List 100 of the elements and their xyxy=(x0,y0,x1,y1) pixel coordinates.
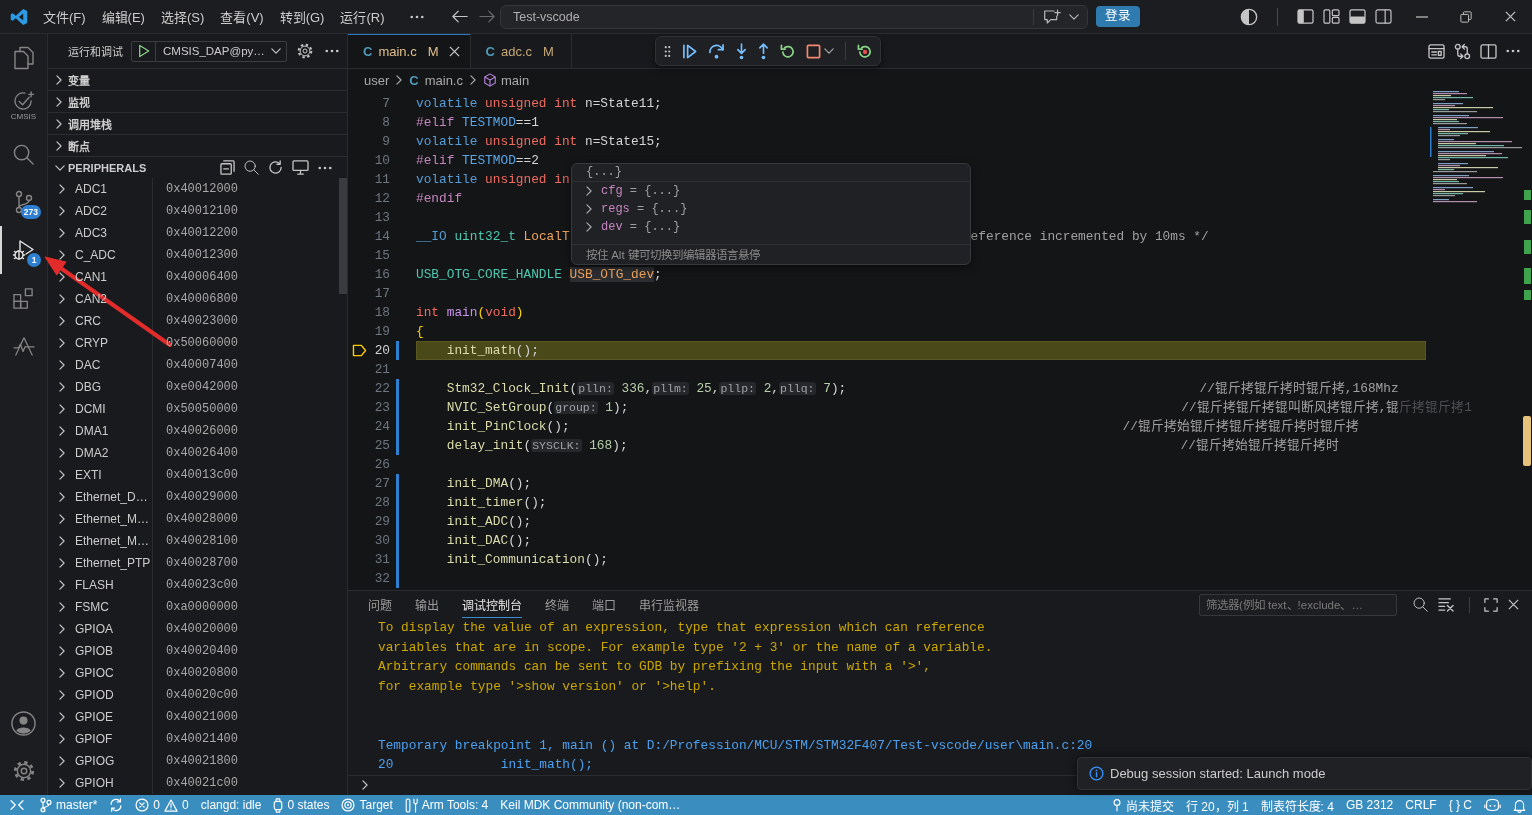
search-icon[interactable] xyxy=(1413,597,1428,612)
pulse-chart-icon[interactable] xyxy=(12,336,35,356)
scrollbar-thumb[interactable] xyxy=(339,178,347,294)
left-arrow-icon[interactable] xyxy=(452,10,468,23)
search-icon[interactable] xyxy=(244,160,259,175)
grid-layout-icon[interactable] xyxy=(1323,9,1340,24)
menu-item[interactable]: 文件(F) xyxy=(35,7,94,26)
tree-item[interactable]: GPIOG xyxy=(48,750,152,772)
language-status[interactable]: { } C xyxy=(1442,795,1478,815)
tree-item[interactable]: DAC xyxy=(48,354,152,376)
tree-item[interactable]: ADC3 xyxy=(48,222,152,244)
bell-icon[interactable] xyxy=(1513,797,1526,813)
editor-tab[interactable]: C main.c M xyxy=(348,34,471,68)
files-icon[interactable] xyxy=(12,46,35,70)
search-icon[interactable] xyxy=(13,143,34,165)
breadcrumb-item[interactable]: C main.c xyxy=(409,72,463,88)
commit-status[interactable]: 尚未提交 xyxy=(1105,795,1180,815)
grip-dots-icon[interactable] xyxy=(664,44,671,58)
restore-icon[interactable] xyxy=(1460,10,1472,23)
filter-field[interactable]: 筛选器(例如 text、!exclude、… xyxy=(1199,593,1397,616)
section-header[interactable]: PERIPHERALS xyxy=(48,156,147,179)
play-bug-icon[interactable] xyxy=(12,238,35,262)
status-text[interactable]: GB 2312 xyxy=(1339,795,1400,815)
refresh-icon[interactable] xyxy=(268,160,283,175)
tree-item[interactable]: C_ADC xyxy=(48,244,152,266)
section-header[interactable]: 断点 xyxy=(48,134,347,156)
tree-item[interactable]: GPIOD xyxy=(48,684,152,706)
tree-item[interactable]: CRYP xyxy=(48,332,152,354)
tree-item[interactable]: Ethernet_M… xyxy=(48,508,152,530)
section-header[interactable]: 变量 xyxy=(48,68,347,90)
tree-item[interactable]: ADC1 xyxy=(48,178,152,200)
person-circle-icon[interactable] xyxy=(11,710,36,736)
up-arrow-dot-icon[interactable] xyxy=(758,42,769,60)
tree-item[interactable]: GPIOB xyxy=(48,640,152,662)
section-header[interactable]: 监视 xyxy=(48,90,347,112)
hover-tree-item[interactable]: dev = {...} xyxy=(572,218,970,236)
monitor-icon[interactable] xyxy=(292,160,309,175)
menu-item[interactable]: 转到(G) xyxy=(271,7,333,26)
close-icon[interactable] xyxy=(448,45,460,57)
close-icon[interactable] xyxy=(1504,11,1516,22)
panel-tab[interactable]: 终端 xyxy=(545,591,569,618)
target-status[interactable]: Target xyxy=(335,795,399,815)
status-text[interactable]: Keil MDK Community (non-com… xyxy=(494,795,687,815)
arc-arrow-dot-icon[interactable] xyxy=(708,43,725,59)
split-rectangle-icon[interactable] xyxy=(1480,43,1497,59)
tree-item[interactable]: GPIOF xyxy=(48,728,152,750)
menu-item[interactable]: 查看(V) xyxy=(212,7,272,26)
list-x-icon[interactable] xyxy=(1438,597,1455,612)
tree-item[interactable]: FLASH xyxy=(48,574,152,596)
branch-status[interactable]: master* xyxy=(34,795,104,815)
tree-item[interactable]: EXTI xyxy=(48,464,152,486)
sync-icon[interactable] xyxy=(109,798,124,812)
panel-bottom-icon[interactable] xyxy=(1349,9,1366,24)
minimize-icon[interactable] xyxy=(1416,15,1428,18)
login-button[interactable]: 登录 xyxy=(1096,6,1140,27)
command-center[interactable]: Test-vscode xyxy=(500,4,1088,29)
menu-item[interactable]: 编辑(E) xyxy=(93,7,153,26)
square-icon[interactable] xyxy=(806,43,821,59)
tree-item[interactable]: Ethernet_D… xyxy=(48,486,152,508)
half-circle-icon[interactable] xyxy=(1240,7,1258,26)
breadcrumb-item[interactable]: user xyxy=(364,72,390,88)
tree-item[interactable]: ADC2 xyxy=(48,200,152,222)
menu-item[interactable]: 选择(S) xyxy=(152,7,213,26)
tree-item[interactable]: GPIOC xyxy=(48,662,152,684)
tree-item[interactable]: GPIOA xyxy=(48,618,152,640)
circular-arrow-dot-icon[interactable] xyxy=(857,43,872,59)
menu-item[interactable]: 运行(R) xyxy=(332,7,393,26)
down-arrow-dot-icon[interactable] xyxy=(736,42,747,60)
tree-item[interactable]: DMA1 xyxy=(48,420,152,442)
settings-icon[interactable] xyxy=(12,760,35,782)
panel-tab[interactable]: 调试控制台 xyxy=(462,591,522,618)
square-minus-icon[interactable] xyxy=(220,160,235,175)
bar-play-icon[interactable] xyxy=(682,43,697,59)
minimap[interactable] xyxy=(1430,91,1525,203)
check-circle-icon[interactable] xyxy=(12,91,35,111)
settings-icon[interactable] xyxy=(297,43,313,59)
hover-tree-item[interactable]: cfg = {...} xyxy=(572,182,970,200)
caret-icon[interactable] xyxy=(824,48,834,54)
status-text[interactable]: CRLF xyxy=(1399,795,1443,815)
robot-face-icon[interactable] xyxy=(1484,798,1501,812)
status-text[interactable]: 制表符长度: 4 xyxy=(1254,795,1340,815)
tools-status[interactable]: Arm Tools: 4 xyxy=(398,795,495,815)
more-icon[interactable] xyxy=(410,14,425,19)
panel-right-icon[interactable] xyxy=(1375,9,1392,24)
status-text[interactable]: 行 20，列 1 xyxy=(1179,795,1255,815)
close-icon[interactable] xyxy=(1508,599,1519,610)
tree-item[interactable]: Ethernet_PTP xyxy=(48,552,152,574)
angle-brackets-icon[interactable] xyxy=(10,799,24,811)
tree-item[interactable]: DCMI xyxy=(48,398,152,420)
hover-tree-item[interactable]: regs = {...} xyxy=(572,200,970,218)
blocks-icon[interactable] xyxy=(13,287,34,309)
tree-item[interactable]: CRC xyxy=(48,310,152,332)
panel-tab[interactable]: 端口 xyxy=(592,591,616,618)
status-text[interactable]: clangd: idle xyxy=(194,795,268,815)
panel-tab[interactable]: 问题 xyxy=(368,591,392,618)
panel-tab[interactable]: 输出 xyxy=(415,591,439,618)
states-status[interactable]: 0 states xyxy=(267,795,336,815)
more-icon[interactable] xyxy=(325,49,339,53)
tree-item[interactable]: FSMC xyxy=(48,596,152,618)
expand-corners-icon[interactable] xyxy=(1484,597,1498,612)
